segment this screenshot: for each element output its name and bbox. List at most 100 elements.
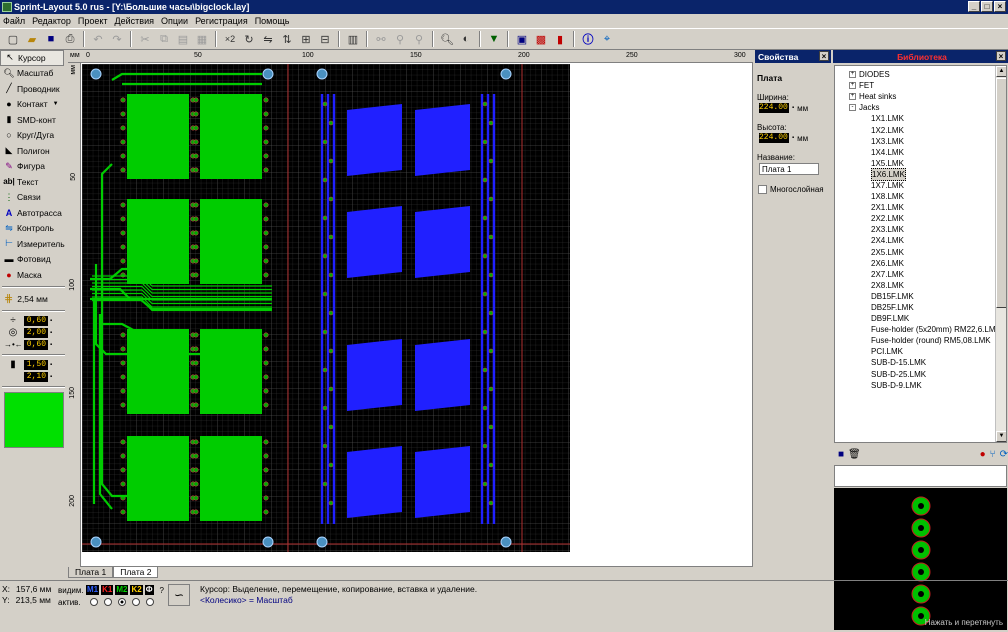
tree-item[interactable]: 1X1.LMK xyxy=(849,113,1006,124)
component-icon[interactable]: ▼ xyxy=(485,30,503,48)
cut-icon[interactable]: ✂ xyxy=(136,30,154,48)
color-swatch[interactable] xyxy=(4,391,64,448)
refresh-icon[interactable]: ⟳ xyxy=(1000,449,1008,460)
tool-shape[interactable]: ✎ Фигура xyxy=(0,159,67,175)
save-icon[interactable]: ■ xyxy=(42,30,60,48)
width-field[interactable]: 224.00 xyxy=(759,103,789,113)
layer-m2[interactable]: M2 xyxy=(115,585,129,595)
tree-item[interactable]: 2X3.LMK xyxy=(849,224,1006,235)
view-icon[interactable]: ◐ xyxy=(457,30,475,48)
tool-circle[interactable]: ○ Круг/Дуга xyxy=(0,128,67,144)
tool-mask[interactable]: ● Маска xyxy=(0,267,67,283)
menu-file[interactable]: Файл xyxy=(3,16,25,26)
menu-help[interactable]: Помощь xyxy=(255,16,290,26)
tree-folder[interactable]: + Heat sinks xyxy=(849,91,1006,102)
expander-icon[interactable]: + xyxy=(849,82,856,90)
track-width-value[interactable]: 0,60 xyxy=(24,315,48,326)
tree-folder[interactable]: - Jacks xyxy=(849,102,1006,113)
tool-autoroute[interactable]: A Автотрасса xyxy=(0,205,67,221)
tool-zoom[interactable]: 🔍︎ Масштаб xyxy=(0,66,67,82)
tree-item[interactable]: 2X2.LMK xyxy=(849,213,1006,224)
active-m1-radio[interactable] xyxy=(90,598,98,606)
tool-check[interactable]: ⇋ Контроль xyxy=(0,221,67,237)
info-icon[interactable]: ⓘ xyxy=(579,30,597,48)
tool-measure[interactable]: ⊢ Измеритель xyxy=(0,236,67,252)
duplicate-icon[interactable]: ×2 xyxy=(221,30,239,48)
tool-connections[interactable]: ⋮ Связи xyxy=(0,190,67,206)
help-mark[interactable]: ? xyxy=(160,586,164,595)
menu-project[interactable]: Проект xyxy=(78,16,108,26)
rotate-icon[interactable]: ↻ xyxy=(240,30,258,48)
tree-item[interactable]: 2X7.LMK xyxy=(849,269,1006,280)
tree-item[interactable]: 1X8.LMK xyxy=(849,191,1006,202)
layer-m1[interactable]: M1 xyxy=(86,585,100,595)
library-search[interactable] xyxy=(834,465,1007,487)
tool-cursor[interactable]: ↖ Курсор xyxy=(0,50,64,66)
grid-size[interactable]: ⋕ 2,54 мм xyxy=(0,291,67,307)
minimize-button[interactable]: _ xyxy=(968,1,980,12)
trash-icon[interactable]: 🗑︎ xyxy=(848,449,861,460)
record-icon[interactable]: ● xyxy=(980,449,986,460)
tree-item[interactable]: SUB-D-15.LMK xyxy=(849,357,1006,368)
tree-item[interactable]: 2X5.LMK xyxy=(849,247,1006,258)
zoom-icon[interactable]: 🔍︎ xyxy=(438,30,456,48)
lock-icon[interactable]: ⚲ xyxy=(391,30,409,48)
tree-item[interactable]: 2X4.LMK xyxy=(849,235,1006,246)
layer-k2[interactable]: K2 xyxy=(130,585,143,595)
tool-photoview[interactable]: ▬ Фотовид xyxy=(0,252,67,268)
active-f-radio[interactable] xyxy=(146,598,154,606)
route-mode-icon[interactable]: ∽ xyxy=(168,584,190,606)
active-m2-radio[interactable] xyxy=(118,598,126,606)
tool-track[interactable]: ╱ Проводник xyxy=(0,81,67,97)
tree-item[interactable]: 2X6.LMK xyxy=(849,258,1006,269)
menu-edit[interactable]: Редактор xyxy=(32,16,71,26)
tree-item[interactable]: DB25F.LMK xyxy=(849,302,1006,313)
tab-board-2[interactable]: Плата 2 xyxy=(113,567,159,578)
height-field[interactable]: 224.00 xyxy=(759,133,789,143)
tree-item[interactable]: DB15F.LMK xyxy=(849,291,1006,302)
menu-actions[interactable]: Действия xyxy=(115,16,154,26)
group-icon[interactable]: ▥ xyxy=(344,30,362,48)
tree-item[interactable]: Fuse-holder (5x20mm) RM22,6.LMK xyxy=(849,324,1006,335)
pad-inner-value[interactable]: 0,60 xyxy=(24,339,48,350)
tool-pad[interactable]: ● Контакт ▼ xyxy=(0,97,67,113)
active-k1-radio[interactable] xyxy=(104,598,112,606)
paste-icon[interactable]: ▤ xyxy=(174,30,192,48)
smd-height-value[interactable]: 2,10 xyxy=(24,371,48,382)
tree-item[interactable]: 1X3.LMK xyxy=(849,136,1006,147)
library-scrollbar[interactable]: ▲ ▼ xyxy=(995,66,1006,442)
tab-board-1[interactable]: Плата 1 xyxy=(68,567,114,578)
pcb-board[interactable] xyxy=(82,64,570,552)
tree-item[interactable]: 2X1.LMK xyxy=(849,202,1006,213)
pad-outer-value[interactable]: 2,00 xyxy=(24,327,48,338)
multilayer-checkbox[interactable] xyxy=(758,185,767,194)
tree-item[interactable]: 2X8.LMK xyxy=(849,280,1006,291)
scroll-up-icon[interactable]: ▲ xyxy=(996,66,1006,77)
scroll-down-icon[interactable]: ▼ xyxy=(996,431,1006,442)
tool-text[interactable]: ab| Текст xyxy=(0,174,67,190)
name-field[interactable]: Плата 1 xyxy=(759,163,819,175)
print-icon[interactable]: ⎙ xyxy=(61,30,79,48)
mirror-horizontal-icon[interactable]: ⇋ xyxy=(259,30,277,48)
tree-folder[interactable]: + FET xyxy=(849,80,1006,91)
drc-icon[interactable]: ▩ xyxy=(532,30,550,48)
menu-registration[interactable]: Регистрация xyxy=(195,16,248,26)
layer-k1[interactable]: K1 xyxy=(101,585,114,595)
tree-folder[interactable]: + DIODES xyxy=(849,69,1006,80)
tree-item[interactable]: DB9F.LMK xyxy=(849,313,1006,324)
copy-icon[interactable]: ⧉ xyxy=(155,30,173,48)
branch-icon[interactable]: ⑂ xyxy=(990,449,996,460)
settings-icon[interactable]: ⌖ xyxy=(598,30,616,48)
smd-width-value[interactable]: 1,50 xyxy=(24,359,48,370)
tree-item[interactable]: 1X6.LMK xyxy=(849,167,1006,181)
tree-item[interactable]: 1X2.LMK xyxy=(849,124,1006,135)
distribute-icon[interactable]: ⊟ xyxy=(316,30,334,48)
ungroup-icon[interactable]: ⚯ xyxy=(372,30,390,48)
expander-icon[interactable]: + xyxy=(849,93,856,101)
tree-item[interactable]: Fuse-holder (round) RM5,08.LMK xyxy=(849,335,1006,346)
tool-smd[interactable]: ▮ SMD-конт xyxy=(0,112,67,128)
scroll-thumb[interactable] xyxy=(996,78,1006,308)
tree-item[interactable]: 1X4.LMK xyxy=(849,147,1006,158)
info-pin-icon[interactable]: ▣ xyxy=(513,30,531,48)
mirror-vertical-icon[interactable]: ⇅ xyxy=(278,30,296,48)
